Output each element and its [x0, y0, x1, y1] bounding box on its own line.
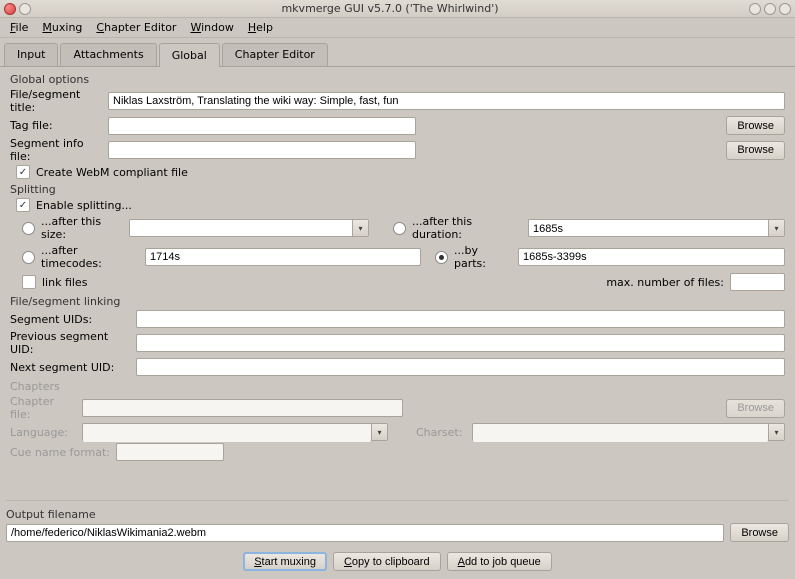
menu-file[interactable]: File: [4, 19, 34, 36]
chapters-legend: Chapters: [10, 380, 785, 393]
window-control-3[interactable]: [779, 3, 791, 15]
splitting-legend: Splitting: [10, 183, 785, 196]
chapter-file-label: Chapter file:: [10, 395, 76, 421]
charset-combo: ▾: [472, 423, 785, 441]
window-close-button[interactable]: [4, 3, 16, 15]
tag-file-browse-button[interactable]: Browse: [726, 116, 785, 135]
segment-info-file-label: Segment info file:: [10, 137, 102, 163]
start-muxing-button[interactable]: Start muxing: [243, 552, 327, 571]
window-title: mkvmerge GUI v5.7.0 ('The Whirlwind'): [34, 2, 746, 15]
chevron-down-icon: ▾: [371, 424, 387, 440]
next-segment-uid-label: Next segment UID:: [10, 361, 130, 374]
create-webm-label: Create WebM compliant file: [36, 166, 188, 179]
split-after-timecodes-label: ...after timecodes:: [41, 244, 139, 270]
segment-info-file-input[interactable]: [108, 141, 416, 159]
window-titlebar: mkvmerge GUI v5.7.0 ('The Whirlwind'): [0, 0, 795, 18]
window-control-1[interactable]: [749, 3, 761, 15]
menu-window[interactable]: Window: [184, 19, 239, 36]
split-after-size-combo[interactable]: ▾: [129, 219, 369, 237]
chevron-down-icon[interactable]: ▾: [352, 220, 368, 236]
charset-label: Charset:: [416, 426, 466, 439]
language-label: Language:: [10, 426, 76, 439]
chevron-down-icon[interactable]: ▾: [768, 220, 784, 236]
language-combo: ▾: [82, 423, 388, 441]
segment-uids-input[interactable]: [136, 310, 785, 328]
split-after-duration-input[interactable]: [529, 220, 768, 238]
output-filename-input[interactable]: [6, 524, 724, 542]
enable-splitting-label: Enable splitting...: [36, 199, 132, 212]
segment-info-browse-button[interactable]: Browse: [726, 141, 785, 160]
split-after-duration-combo[interactable]: ▾: [528, 219, 785, 237]
split-after-timecodes-input[interactable]: [145, 248, 421, 266]
language-input: [83, 424, 371, 442]
split-after-duration-radio[interactable]: [393, 222, 406, 235]
tab-chapter-editor[interactable]: Chapter Editor: [222, 43, 328, 66]
global-options-legend: Global options: [10, 73, 785, 86]
split-after-timecodes-radio[interactable]: [22, 251, 35, 264]
tabbar: Input Attachments Global Chapter Editor: [0, 38, 795, 67]
split-by-parts-input[interactable]: [518, 248, 785, 266]
tag-file-input[interactable]: [108, 117, 416, 135]
max-files-input[interactable]: [730, 273, 785, 291]
charset-input: [473, 424, 768, 442]
prev-segment-uid-input[interactable]: [136, 334, 785, 352]
tab-global[interactable]: Global: [159, 43, 220, 67]
menubar: File Muxing Chapter Editor Window Help: [0, 18, 795, 38]
split-by-parts-radio[interactable]: [435, 251, 448, 264]
prev-segment-uid-label: Previous segment UID:: [10, 330, 130, 356]
menu-chapter-editor[interactable]: Chapter Editor: [90, 19, 182, 36]
linking-legend: File/segment linking: [10, 295, 785, 308]
link-files-checkbox[interactable]: [22, 275, 36, 289]
link-files-label: link files: [42, 276, 87, 289]
tag-file-label: Tag file:: [10, 119, 102, 132]
segment-uids-label: Segment UIDs:: [10, 313, 130, 326]
menu-help[interactable]: Help: [242, 19, 279, 36]
output-browse-button[interactable]: Browse: [730, 523, 789, 542]
window-control-2[interactable]: [764, 3, 776, 15]
split-after-size-radio[interactable]: [22, 222, 35, 235]
action-button-row: Start muxing Copy to clipboard Add to jo…: [6, 552, 789, 571]
tab-content-global: Global options File/segment title: Tag f…: [0, 67, 795, 469]
copy-to-clipboard-button[interactable]: Copy to clipboard: [333, 552, 441, 571]
cue-name-format-input: [116, 443, 224, 461]
split-after-duration-label: ...after this duration:: [412, 215, 522, 241]
file-segment-title-input[interactable]: [108, 92, 785, 110]
split-by-parts-label: ...by parts:: [454, 244, 512, 270]
window-min-button[interactable]: [19, 3, 31, 15]
tab-input[interactable]: Input: [4, 43, 58, 66]
next-segment-uid-input[interactable]: [136, 358, 785, 376]
split-after-size-input[interactable]: [130, 220, 352, 238]
add-to-job-queue-button[interactable]: Add to job queue: [447, 552, 552, 571]
chapter-file-browse-button: Browse: [726, 399, 785, 418]
chapter-file-input: [82, 399, 403, 417]
chevron-down-icon: ▾: [768, 424, 784, 440]
create-webm-checkbox[interactable]: [16, 165, 30, 179]
enable-splitting-checkbox[interactable]: [16, 198, 30, 212]
max-files-label: max. number of files:: [606, 276, 724, 289]
output-filename-legend: Output filename: [6, 508, 789, 521]
file-segment-title-label: File/segment title:: [10, 88, 102, 114]
menu-muxing[interactable]: Muxing: [36, 19, 88, 36]
cue-name-format-label: Cue name format:: [10, 446, 110, 459]
split-after-size-label: ...after this size:: [41, 215, 123, 241]
tab-attachments[interactable]: Attachments: [60, 43, 156, 66]
